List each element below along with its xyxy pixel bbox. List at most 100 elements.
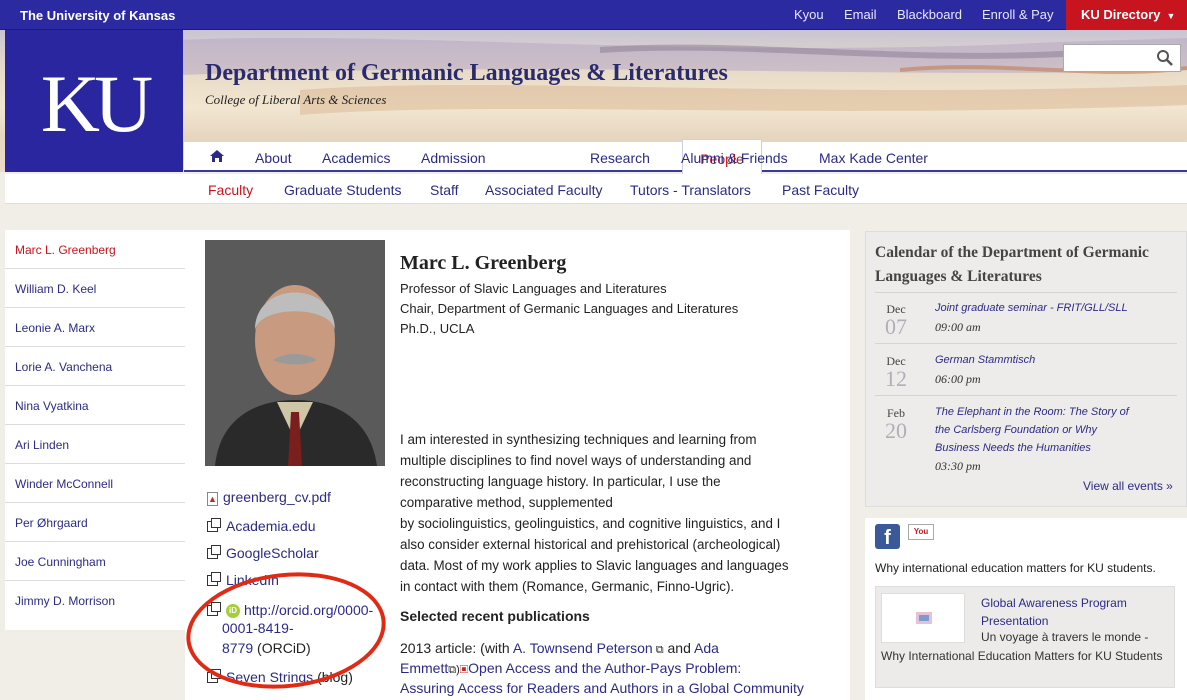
sidebar-item-greenberg[interactable]: Marc L. Greenberg: [5, 230, 185, 269]
email-link[interactable]: Email: [844, 7, 877, 22]
sidebar-item-morrison[interactable]: Jimmy D. Morrison: [5, 581, 185, 620]
search-icon[interactable]: [1156, 49, 1174, 67]
sidebar-item-vyatkina[interactable]: Nina Vyatkina: [5, 386, 185, 425]
academia-link-label: Academia.edu: [226, 518, 316, 534]
view-all-events-link[interactable]: View all events »: [1083, 479, 1173, 493]
calendar-title[interactable]: Calendar of the Department of Germanic L…: [875, 241, 1180, 289]
event-title-link[interactable]: The Elephant in the Room: The Story of t…: [935, 403, 1129, 457]
nav-about[interactable]: About: [255, 150, 292, 166]
google-scholar-link[interactable]: GoogleScholar: [207, 545, 319, 561]
search-input[interactable]: [1063, 44, 1181, 72]
coauthor-emmett-link[interactable]: Ada: [694, 640, 719, 656]
academia-link[interactable]: Academia.edu: [207, 518, 316, 534]
chevron-down-icon: ▼: [1166, 11, 1176, 21]
blackboard-link[interactable]: Blackboard: [897, 7, 962, 22]
nav-academics[interactable]: Academics: [322, 150, 390, 166]
event-title-link[interactable]: German Stammtisch: [935, 351, 1035, 369]
promo-description-1: Un voyage à travers le monde -: [981, 630, 1149, 644]
profile-bio: I am interested in synthesizing techniqu…: [400, 429, 820, 597]
nav-research[interactable]: Research: [590, 150, 650, 166]
global-top-bar: The University of Kansas Kyou Email Blac…: [0, 0, 1187, 30]
pub-text: 2013 article: (with: [400, 640, 513, 656]
calendar-divider: [875, 343, 1177, 344]
ku-logo-text: KU: [40, 58, 153, 149]
enroll-pay-link[interactable]: Enroll & Pay: [982, 7, 1054, 22]
bio-line: I am interested in synthesizing techniqu…: [400, 432, 757, 447]
sidebar-item-mcconnell[interactable]: Winder McConnell: [5, 464, 185, 503]
external-link-icon: [207, 572, 221, 586]
nav-admission[interactable]: Admission: [421, 150, 486, 166]
profile-name: Marc L. Greenberg: [400, 252, 567, 274]
bio-line: also consider external historical and pr…: [400, 537, 781, 552]
ku-logo[interactable]: KU: [5, 30, 183, 172]
event-time: 09:00 am: [935, 320, 981, 334]
event-title-link[interactable]: Joint graduate seminar - FRIT/GLL/SLL: [935, 299, 1128, 317]
publication-line-2: Emmett⧉)▣Open Access and the Author-Pays…: [400, 660, 741, 677]
bio-line: by sociolinguistics, geolinguistics, and…: [400, 516, 781, 531]
external-link-icon: [207, 545, 221, 559]
profile-title: Professor of Slavic Languages and Litera…: [400, 281, 667, 296]
publication-line-3[interactable]: Assuring Access for Readers and Authors …: [400, 680, 804, 696]
event-day: 07: [885, 314, 907, 339]
google-scholar-link-label: GoogleScholar: [226, 545, 319, 561]
publications-heading: Selected recent publications: [400, 608, 590, 624]
external-link-icon: [207, 518, 221, 532]
subnav-tutors-translators[interactable]: Tutors - Translators: [630, 182, 751, 198]
bio-line: in contact with them (Romance, Germanic,…: [400, 579, 735, 594]
cv-link-label: greenberg_cv.pdf: [223, 489, 331, 505]
cv-link[interactable]: ▲ greenberg_cv.pdf: [207, 489, 331, 506]
subnav-graduate-students[interactable]: Graduate Students: [284, 182, 402, 198]
sidebar-item-cunningham[interactable]: Joe Cunningham: [5, 542, 185, 581]
sidebar-item-vanchena[interactable]: Lorie A. Vanchena: [5, 347, 185, 386]
thumbnail-graphic: [916, 612, 932, 624]
coauthor-peterson-link[interactable]: A. Townsend Peterson: [513, 640, 653, 656]
pdf-icon: ▲: [207, 492, 218, 506]
youtube-icon[interactable]: You: [908, 524, 934, 540]
sidebar-item-ohrgaard[interactable]: Per Øhrgaard: [5, 503, 185, 542]
department-title[interactable]: Department of Germanic Languages & Liter…: [205, 60, 728, 87]
event-day: 12: [885, 366, 907, 391]
external-link-icon: ⧉): [448, 664, 460, 676]
video-thumbnail[interactable]: [881, 593, 965, 643]
college-subtitle: College of Liberal Arts & Sciences: [205, 92, 387, 107]
people-subnav: Faculty Graduate Students Staff Associat…: [5, 174, 1187, 204]
publication-line-1: 2013 article: (with A. Townsend Peterson…: [400, 640, 719, 657]
nav-max-kade-center[interactable]: Max Kade Center: [819, 150, 928, 166]
subnav-past-faculty[interactable]: Past Faculty: [782, 182, 859, 198]
profile-degree: Ph.D., UCLA: [400, 321, 475, 336]
bio-line: multiple disciplines to find novel ways …: [400, 453, 752, 468]
event-time: 06:00 pm: [935, 372, 981, 386]
subnav-associated-faculty[interactable]: Associated Faculty: [485, 182, 603, 198]
bio-line: data. Most of my work applies to Slavic …: [400, 558, 789, 573]
nav-alumni-friends[interactable]: Alumni & Friends: [681, 150, 788, 166]
event-title-line: The Elephant in the Room: The Story of: [935, 406, 1129, 418]
external-link-icon: ⧉: [652, 644, 664, 656]
main-nav: About Academics Admission People Researc…: [184, 139, 1187, 174]
video-tagline: Why international education matters for …: [875, 561, 1156, 575]
home-icon[interactable]: [209, 149, 225, 163]
sidebar-item-keel[interactable]: William D. Keel: [5, 269, 185, 308]
publication-title-link[interactable]: Open Access and the Author-Pays Problem:: [468, 660, 741, 676]
promo-title-link[interactable]: Global Awareness Program Presentation: [981, 594, 1171, 630]
event-title-line: Business Needs the Humanities: [935, 442, 1091, 454]
ku-directory-label: KU Directory: [1081, 7, 1161, 22]
sidebar-item-marx[interactable]: Leonie A. Marx: [5, 308, 185, 347]
faculty-sidebar: Marc L. Greenberg William D. Keel Leonie…: [5, 230, 185, 630]
portrait-illustration: [205, 240, 385, 466]
event-title-line: the Carlsberg Foundation or Why: [935, 424, 1098, 436]
ku-directory-dropdown[interactable]: KU Directory ▼: [1066, 0, 1187, 30]
profile-photo: [205, 240, 385, 466]
event-time: 03:30 pm: [935, 459, 981, 473]
sidebar-item-linden[interactable]: Ari Linden: [5, 425, 185, 464]
coauthor-emmett-link-cont[interactable]: Emmett: [400, 660, 448, 676]
calendar-divider: [875, 395, 1177, 396]
bio-line: comparative method, supplemented: [400, 495, 613, 510]
subnav-staff[interactable]: Staff: [430, 182, 459, 198]
promo-description-2: Why International Education Matters for …: [881, 649, 1163, 663]
university-link[interactable]: The University of Kansas: [20, 8, 175, 23]
event-day: 20: [885, 418, 907, 443]
facebook-icon[interactable]: f: [875, 524, 900, 549]
subnav-faculty[interactable]: Faculty: [208, 182, 253, 198]
bio-line: reconstructing language history. In part…: [400, 474, 721, 489]
kyou-link[interactable]: Kyou: [794, 7, 824, 22]
